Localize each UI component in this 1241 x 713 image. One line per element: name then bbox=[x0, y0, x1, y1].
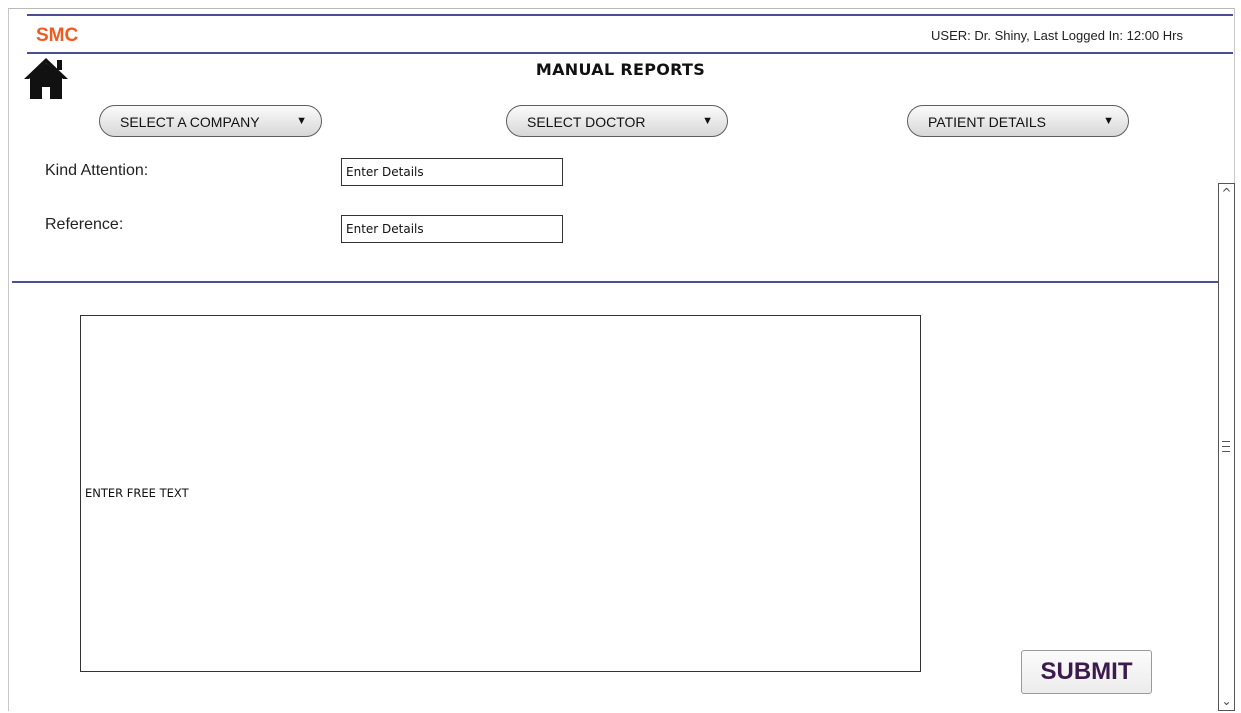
free-text-placeholder: ENTER FREE TEXT bbox=[85, 486, 189, 500]
patient-details-dropdown[interactable]: PATIENT DETAILS ▼ bbox=[907, 105, 1129, 137]
page-title: MANUAL REPORTS bbox=[535, 60, 706, 79]
select-company-label: SELECT A COMPANY bbox=[120, 114, 260, 130]
select-doctor-label: SELECT DOCTOR bbox=[527, 114, 646, 130]
chevron-up-icon[interactable]: ^ bbox=[1219, 184, 1234, 202]
vertical-scrollbar[interactable]: ^ ⌄ bbox=[1218, 183, 1235, 711]
select-company-dropdown[interactable]: SELECT A COMPANY ▼ bbox=[99, 105, 322, 137]
reference-label: Reference: bbox=[45, 216, 124, 233]
kind-attention-label: Kind Attention: bbox=[45, 162, 149, 179]
submit-button[interactable]: SUBMIT bbox=[1021, 650, 1152, 694]
section-divider bbox=[12, 281, 1218, 283]
brand-logo: SMC bbox=[36, 25, 79, 46]
kind-attention-input[interactable] bbox=[341, 158, 563, 186]
chevron-down-icon[interactable]: ⌄ bbox=[1219, 692, 1234, 710]
select-doctor-dropdown[interactable]: SELECT DOCTOR ▼ bbox=[506, 105, 728, 137]
caret-down-icon: ▼ bbox=[702, 115, 713, 127]
header-bottom-rule bbox=[27, 52, 1233, 54]
header-top-rule bbox=[27, 14, 1233, 16]
user-session-info: USER: Dr. Shiny, Last Logged In: 12:00 H… bbox=[931, 28, 1183, 43]
patient-details-label: PATIENT DETAILS bbox=[928, 114, 1046, 130]
reference-input[interactable] bbox=[341, 215, 563, 243]
free-text-area[interactable]: ENTER FREE TEXT bbox=[80, 315, 921, 672]
caret-down-icon: ▼ bbox=[1103, 115, 1114, 127]
caret-down-icon: ▼ bbox=[296, 115, 307, 127]
scrollbar-thumb[interactable] bbox=[1222, 437, 1230, 459]
